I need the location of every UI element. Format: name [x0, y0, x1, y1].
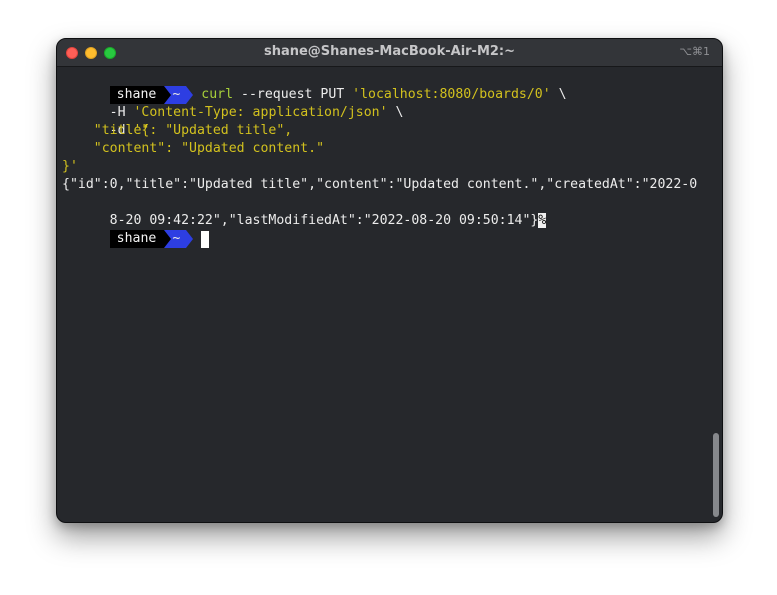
response-line-1: {"id":0,"title":"Updated title","content… — [62, 177, 698, 192]
response-line-2: 8-20 09:42:22","lastModifiedAt":"2022-08… — [62, 194, 708, 228]
prompt-user: shane — [109, 230, 165, 248]
terminal-content[interactable]: shane ~ curl --request PUT 'localhost:8080… — [62, 68, 708, 522]
prompt-directory: ~ — [164, 230, 187, 248]
response-line-2-text: 8-20 09:42:22","lastModifiedAt":"2022-08… — [109, 213, 539, 228]
title-bar[interactable]: shane@Shanes-MacBook-Air-M2:~ ⌥⌘1 — [57, 39, 722, 67]
data-title-line: "title": "Updated title", — [62, 123, 293, 138]
prompt-arrow-icon — [186, 230, 194, 248]
window-shortcut: ⌥⌘1 — [679, 45, 710, 58]
line-continuation: \ — [550, 87, 567, 102]
command-url: 'localhost:8080/boards/0' — [352, 87, 551, 102]
command-args: --request PUT — [233, 87, 353, 102]
prompt-arrow-icon — [186, 86, 194, 104]
prompt-user: shane — [109, 86, 165, 104]
line-continuation: \ — [387, 105, 404, 120]
scrollbar-thumb[interactable] — [713, 433, 719, 517]
data-close-line: }' — [62, 159, 78, 174]
data-content-line: "content": "Updated content." — [62, 141, 325, 156]
command-line: shane ~ curl --request PUT 'localhost:8080… — [62, 68, 708, 104]
terminal-window: shane@Shanes-MacBook-Air-M2:~ ⌥⌘1 shane ~… — [56, 38, 723, 523]
text-cursor[interactable] — [201, 231, 210, 248]
prompt-directory: ~ — [164, 86, 187, 104]
no-newline-marker: % — [538, 213, 547, 228]
header-flag: -H — [109, 105, 134, 120]
command-name: curl — [201, 87, 234, 102]
window-title: shane@Shanes-MacBook-Air-M2:~ — [263, 44, 516, 59]
header-value: 'Content-Type: application/json' — [133, 105, 388, 120]
